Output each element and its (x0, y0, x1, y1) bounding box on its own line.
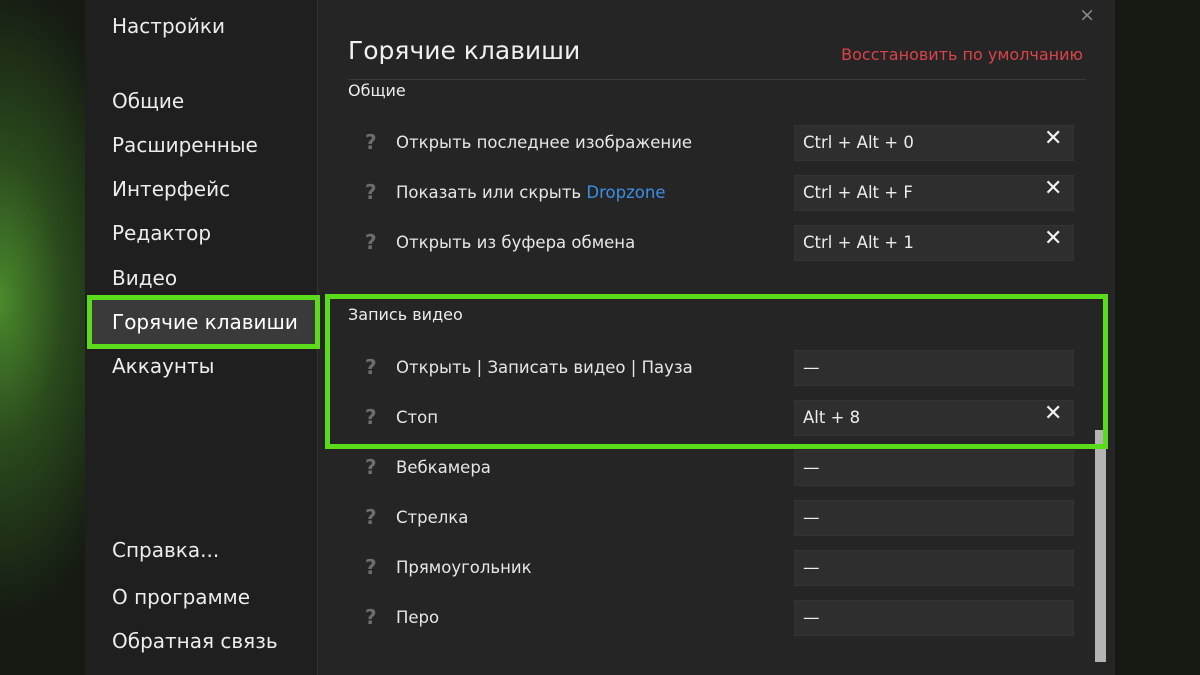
hotkey-input[interactable]: — (794, 350, 1074, 386)
settings-window: Настройки Общие Расширенные Интерфейс Ре… (85, 0, 1115, 675)
hotkey-row: ? Стрелка — (318, 500, 1115, 536)
sidebar-item-about[interactable]: О программе (112, 585, 250, 609)
page-title: Горячие клавиши (348, 36, 581, 65)
hotkey-input[interactable]: Alt + 8 (794, 400, 1074, 436)
help-icon[interactable]: ? (365, 130, 377, 154)
help-icon[interactable]: ? (365, 605, 377, 629)
sidebar-item-help[interactable]: Справка... (112, 538, 219, 562)
hotkey-input[interactable]: Ctrl + Alt + 0 (794, 125, 1074, 161)
section-title-video-recording: Запись видео (348, 305, 463, 324)
hotkey-label: Открыть | Записать видео | Пауза (396, 358, 693, 377)
restore-defaults-link[interactable]: Восстановить по умолчанию (841, 45, 1083, 64)
sidebar-item-video[interactable]: Видео (112, 266, 177, 290)
sidebar-item-advanced[interactable]: Расширенные (112, 133, 258, 157)
hotkeys-panel: Горячие клавиши Восстановить по умолчани… (318, 0, 1115, 675)
hotkey-input[interactable]: Ctrl + Alt + 1 (794, 225, 1074, 261)
hotkey-row: ? Перо — (318, 600, 1115, 636)
help-icon[interactable]: ? (365, 455, 377, 479)
hotkey-label: Открыть из буфера обмена (396, 233, 636, 252)
hotkey-row: ? Открыть последнее изображение Ctrl + A… (318, 125, 1115, 161)
hotkey-input[interactable]: — (794, 550, 1074, 586)
hotkey-input[interactable]: — (794, 500, 1074, 536)
hotkey-row: ? Прямоугольник — (318, 550, 1115, 586)
hotkey-label: Перо (396, 608, 440, 627)
hotkey-row: ? Открыть | Записать видео | Пауза — (318, 350, 1115, 386)
hotkey-label: Прямоугольник (396, 558, 532, 577)
settings-sidebar: Настройки Общие Расширенные Интерфейс Ре… (85, 0, 320, 675)
dropzone-label: Dropzone (586, 183, 666, 202)
sidebar-item-hotkeys[interactable]: Горячие клавиши (87, 295, 320, 349)
hotkey-label: Открыть последнее изображение (396, 133, 693, 152)
help-icon[interactable]: ? (365, 180, 377, 204)
hotkey-input[interactable]: — (794, 600, 1074, 636)
help-icon[interactable]: ? (365, 555, 377, 579)
hotkey-row: ? Вебкамера — (318, 450, 1115, 486)
help-icon[interactable]: ? (365, 405, 377, 429)
clear-hotkey-icon[interactable]: ✕ (1044, 401, 1062, 426)
hotkey-label: Вебкамера (396, 458, 491, 477)
hotkey-label: Стрелка (396, 508, 469, 527)
close-icon[interactable]: × (1079, 4, 1095, 26)
clear-hotkey-icon[interactable]: ✕ (1044, 226, 1062, 251)
help-icon[interactable]: ? (365, 230, 377, 254)
sidebar-item-label: Горячие клавиши (112, 310, 298, 334)
help-icon[interactable]: ? (365, 505, 377, 529)
hotkey-label: Стоп (396, 408, 439, 427)
sidebar-item-feedback[interactable]: Обратная связь (112, 629, 278, 653)
sidebar-item-editor[interactable]: Редактор (112, 221, 211, 245)
hotkey-row: ? Открыть из буфера обмена Ctrl + Alt + … (318, 225, 1115, 261)
sidebar-item-general[interactable]: Общие (112, 89, 184, 113)
sidebar-title: Настройки (112, 14, 225, 38)
divider (348, 79, 1086, 80)
section-title-general: Общие (348, 81, 406, 100)
hotkey-row: ? Показать или скрыть Dropzone Ctrl + Al… (318, 175, 1115, 211)
hotkey-row: ? Стоп Alt + 8 ✕ (318, 400, 1115, 436)
sidebar-item-accounts[interactable]: Аккаунты (112, 354, 214, 378)
hotkey-label-text: Показать или скрыть (396, 183, 587, 202)
help-icon[interactable]: ? (365, 355, 377, 379)
hotkey-input[interactable]: — (794, 450, 1074, 486)
sidebar-item-interface[interactable]: Интерфейс (112, 177, 230, 201)
clear-hotkey-icon[interactable]: ✕ (1044, 126, 1062, 151)
clear-hotkey-icon[interactable]: ✕ (1044, 176, 1062, 201)
scrollbar-thumb[interactable] (1095, 430, 1106, 662)
hotkey-label: Показать или скрыть Dropzone (396, 183, 665, 202)
hotkey-input[interactable]: Ctrl + Alt + F (794, 175, 1074, 211)
